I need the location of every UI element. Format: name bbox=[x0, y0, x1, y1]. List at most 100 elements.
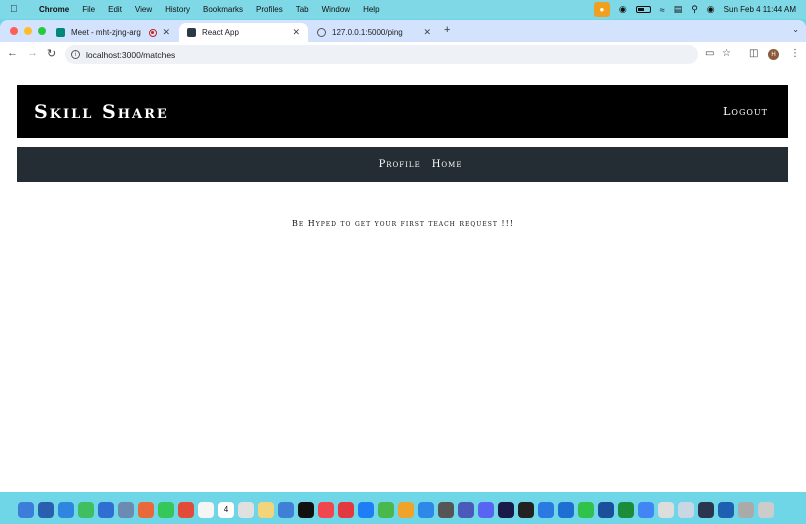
microphone-icon[interactable]: ● bbox=[593, 2, 610, 17]
tab-title: React App bbox=[202, 28, 239, 37]
menu-tab[interactable]: Tab bbox=[296, 5, 309, 14]
dock-app-icon[interactable] bbox=[258, 501, 274, 518]
dock-app-icon[interactable] bbox=[478, 501, 494, 518]
install-app-icon[interactable]: ▭ bbox=[705, 48, 714, 59]
forward-arrow-icon[interactable]: → bbox=[27, 47, 38, 59]
close-tab-icon[interactable]: ✕ bbox=[292, 27, 300, 38]
menu-view[interactable]: View bbox=[135, 5, 152, 14]
menu-bookmarks[interactable]: Bookmarks bbox=[203, 5, 243, 14]
browser-toolbar: ← → ↻ i localhost:3000/matches ▭ ☆ ◫ H ⋮ bbox=[0, 42, 806, 67]
menu-history[interactable]: History bbox=[165, 5, 190, 14]
menu-app-name[interactable]: Chrome bbox=[39, 5, 69, 14]
close-tab-icon[interactable]: ✕ bbox=[162, 27, 170, 38]
dock-app-icon[interactable] bbox=[338, 501, 354, 518]
address-bar-url[interactable]: localhost:3000/matches bbox=[86, 50, 175, 60]
dock-app-icon[interactable] bbox=[438, 501, 454, 518]
macos-menu-bar:  Chrome File Edit View History Bookmark… bbox=[0, 0, 806, 19]
dock-app-icon[interactable] bbox=[418, 501, 434, 518]
close-tab-icon[interactable]: ✕ bbox=[423, 27, 431, 38]
tab-meet[interactable]: Meet - mht-zjng-arg ✕ bbox=[48, 23, 178, 42]
dock-app-icon[interactable] bbox=[358, 501, 374, 518]
minimize-window-button[interactable] bbox=[24, 27, 32, 35]
dock-app-icon[interactable] bbox=[398, 501, 414, 518]
tab-search-chevron-icon[interactable]: ⌄ bbox=[792, 25, 799, 34]
react-app-icon bbox=[187, 28, 196, 37]
dock-app-icon[interactable] bbox=[38, 501, 54, 518]
nav-profile-link[interactable]: Profile bbox=[379, 159, 421, 170]
macos-dock: 4 bbox=[14, 495, 792, 524]
new-tab-button[interactable]: + bbox=[444, 24, 450, 36]
apple-icon[interactable]:  bbox=[10, 4, 24, 15]
battery-icon[interactable] bbox=[635, 6, 651, 13]
close-window-button[interactable] bbox=[10, 27, 18, 35]
siri-icon[interactable]: ◉ bbox=[707, 4, 715, 15]
nav-home-link[interactable]: Home bbox=[432, 159, 463, 170]
dock-app-icon[interactable] bbox=[678, 501, 694, 518]
dock-app-icon[interactable] bbox=[118, 501, 134, 518]
logout-link[interactable]: Logout bbox=[723, 105, 768, 118]
menu-edit[interactable]: Edit bbox=[108, 5, 122, 14]
dock-app-icon[interactable] bbox=[238, 501, 254, 518]
recording-icon bbox=[149, 28, 157, 37]
back-arrow-icon[interactable]: ← bbox=[7, 47, 18, 59]
side-panel-icon[interactable]: ◫ bbox=[749, 48, 758, 59]
dock-app-icon[interactable] bbox=[558, 501, 574, 518]
tab-react-app[interactable]: React App ✕ bbox=[179, 23, 308, 42]
app-header: Skill Share Logout bbox=[17, 85, 788, 138]
browser-window: Meet - mht-zjng-arg ✕ React App ✕ 127.0.… bbox=[0, 20, 806, 492]
dock-app-icon[interactable] bbox=[178, 501, 194, 518]
address-bar[interactable]: i localhost:3000/matches bbox=[65, 45, 698, 64]
menu-help[interactable]: Help bbox=[363, 5, 379, 14]
dock-app-icon[interactable] bbox=[718, 501, 734, 518]
menu-profiles[interactable]: Profiles bbox=[256, 5, 283, 14]
search-icon[interactable]: ⚲ bbox=[691, 4, 698, 15]
zoom-window-button[interactable] bbox=[38, 27, 46, 35]
kebab-menu-icon[interactable]: ⋮ bbox=[790, 48, 800, 59]
tab-ping[interactable]: 127.0.0.1:5000/ping ✕ bbox=[309, 23, 439, 42]
menu-status-area: ● ◉ ≈ ▤ ⚲ ◉ Sun Feb 4 11:44 AM bbox=[593, 2, 796, 17]
tab-strip: Meet - mht-zjng-arg ✕ React App ✕ 127.0.… bbox=[0, 20, 806, 42]
dock-app-icon[interactable] bbox=[58, 501, 74, 518]
dock-app-icon[interactable] bbox=[598, 501, 614, 518]
dock-app-icon[interactable] bbox=[458, 501, 474, 518]
menu-file[interactable]: File bbox=[82, 5, 95, 14]
dock-app-icon[interactable] bbox=[758, 501, 774, 518]
dock-app-icon[interactable] bbox=[498, 501, 514, 518]
dock-app-icon[interactable] bbox=[638, 501, 654, 518]
empty-requests-message: Be Hyped to get your first teach request… bbox=[291, 219, 515, 228]
window-controls bbox=[10, 27, 46, 35]
tab-title: Meet - mht-zjng-arg bbox=[71, 28, 141, 37]
dock-app-icon[interactable] bbox=[538, 501, 554, 518]
dock-app-icon[interactable] bbox=[18, 501, 34, 518]
dock-app-icon[interactable] bbox=[78, 501, 94, 518]
profile-avatar[interactable]: H bbox=[768, 49, 779, 60]
control-center-icon[interactable]: ▤ bbox=[674, 4, 683, 15]
camera-icon[interactable]: ◉ bbox=[619, 4, 627, 15]
dock-app-icon[interactable] bbox=[698, 501, 714, 518]
bookmark-star-icon[interactable]: ☆ bbox=[722, 48, 731, 59]
dock-calendar-icon[interactable]: 4 bbox=[218, 501, 234, 518]
dock-app-icon[interactable] bbox=[618, 501, 634, 518]
dock-app-icon[interactable] bbox=[318, 501, 334, 518]
dock-app-icon[interactable] bbox=[658, 501, 674, 518]
dock-app-icon[interactable] bbox=[738, 501, 754, 518]
dock-app-icon[interactable] bbox=[138, 501, 154, 518]
reload-icon[interactable]: ↻ bbox=[47, 47, 56, 60]
dock-app-icon[interactable] bbox=[518, 501, 534, 518]
web-page-content: Skill Share Logout Profile Home Be Hyped… bbox=[0, 67, 806, 492]
globe-icon bbox=[317, 28, 326, 37]
tab-title: 127.0.0.1:5000/ping bbox=[332, 28, 403, 37]
dock-app-icon[interactable] bbox=[98, 501, 114, 518]
wifi-icon[interactable]: ≈ bbox=[660, 5, 665, 15]
google-meet-icon bbox=[56, 28, 65, 37]
dock-app-icon[interactable] bbox=[158, 501, 174, 518]
dock-app-icon[interactable] bbox=[278, 501, 294, 518]
dock-app-icon[interactable] bbox=[298, 501, 314, 518]
menu-clock[interactable]: Sun Feb 4 11:44 AM bbox=[724, 5, 796, 14]
menu-window[interactable]: Window bbox=[322, 5, 350, 14]
dock-app-icon[interactable] bbox=[378, 501, 394, 518]
dock-app-icon[interactable] bbox=[198, 501, 214, 518]
brand-title: Skill Share bbox=[34, 100, 169, 123]
site-info-icon[interactable]: i bbox=[71, 50, 80, 59]
dock-app-icon[interactable] bbox=[578, 501, 594, 518]
